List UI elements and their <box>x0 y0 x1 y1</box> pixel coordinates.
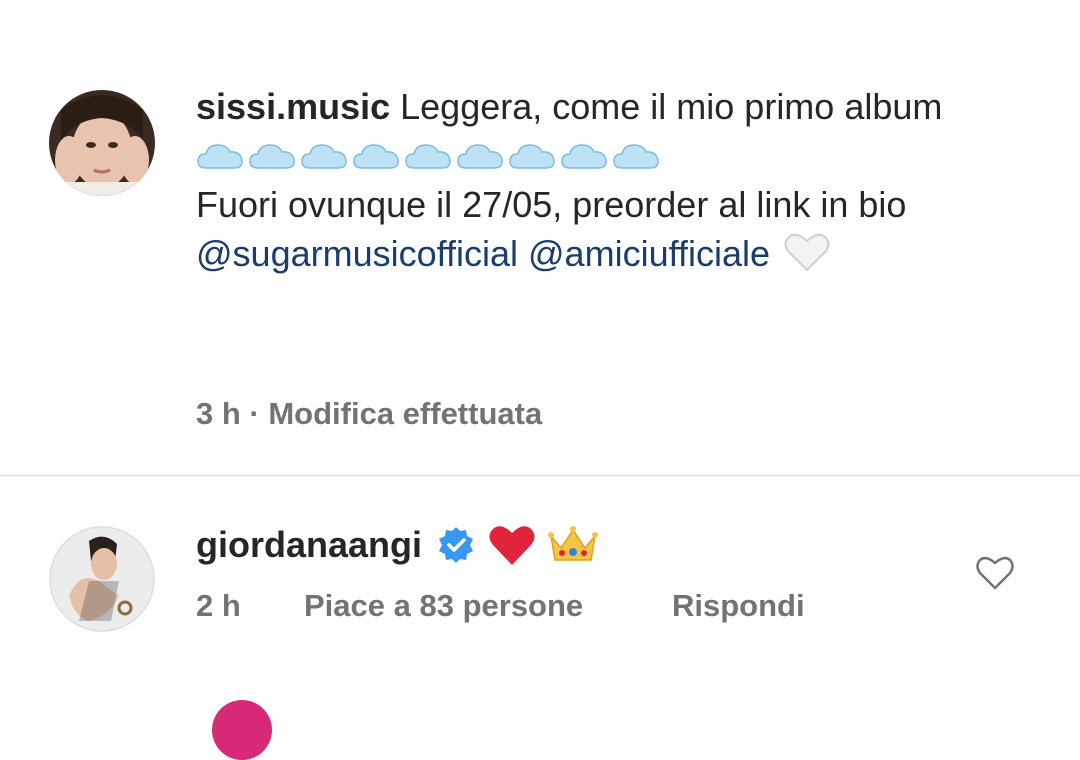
avatar-giordanaangi[interactable] <box>49 526 155 632</box>
white-heart-icon <box>784 232 830 272</box>
post-caption: sissi.music Leggera, come il mio primo a… <box>0 0 1080 476</box>
cloud-emoji-row <box>196 131 996 180</box>
reply-button[interactable]: Rispondi <box>672 588 805 624</box>
mention-sugarmusicofficial[interactable]: @sugarmusicofficial <box>196 233 518 274</box>
like-comment-button[interactable] <box>976 555 1014 591</box>
verified-badge-icon <box>439 527 474 563</box>
cloud-icon <box>196 140 244 172</box>
cloud-icon <box>248 140 296 172</box>
heart-outline-icon <box>976 556 1014 590</box>
comment-likes-count[interactable]: Piace a 83 persone <box>304 588 672 624</box>
comment-time: 2 h <box>196 588 241 623</box>
comment-username[interactable]: giordanaangi <box>196 524 422 566</box>
cloud-icon <box>508 140 556 172</box>
caption-line2: Fuori ovunque il 27/05, preorder al link… <box>196 184 907 225</box>
divider <box>0 475 1080 476</box>
caption-username[interactable]: sissi.music <box>196 86 390 127</box>
comment-text <box>488 523 599 567</box>
cloud-icon <box>404 140 452 172</box>
caption-meta: 3 h · Modifica effettuata <box>196 396 543 431</box>
next-comment-avatar[interactable] <box>212 700 272 760</box>
caption-text: sissi.music Leggera, come il mio primo a… <box>196 82 996 278</box>
comment-meta: 2 h Piace a 83 persone Rispondi <box>196 588 805 624</box>
comment-header: giordanaangi <box>196 520 599 570</box>
cloud-icon <box>560 140 608 172</box>
cloud-icon <box>352 140 400 172</box>
cloud-icon <box>612 140 660 172</box>
mention-amiciufficiale[interactable]: @amiciufficiale <box>528 233 770 274</box>
caption-line1: Leggera, come il mio primo album <box>400 86 943 127</box>
cloud-icon <box>456 140 504 172</box>
avatar-sissi-music[interactable] <box>49 90 155 196</box>
red-heart-icon <box>489 526 535 565</box>
cloud-icon <box>300 140 348 172</box>
crown-icon <box>548 526 599 561</box>
